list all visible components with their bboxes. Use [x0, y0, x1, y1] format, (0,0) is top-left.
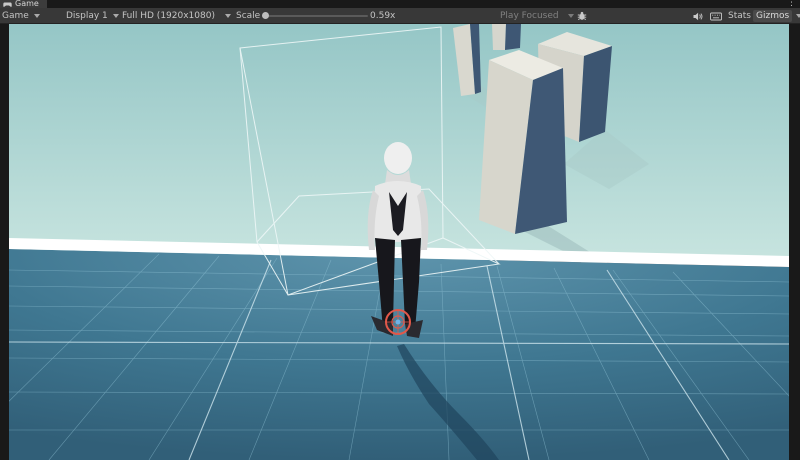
pillar-back-mid — [492, 24, 521, 50]
window-tab-strip: Game ⋮ — [0, 0, 800, 8]
gizmos-label: Gizmos — [753, 10, 793, 22]
scale-slider[interactable] — [262, 12, 368, 19]
game-tab-label: Game — [15, 0, 39, 8]
gizmos-dropdown[interactable]: Gizmos — [753, 8, 800, 24]
chevron-down-icon — [567, 14, 574, 18]
game-view-toolbar: Game Display 1 Full HD (1920x1080) Scale… — [0, 8, 800, 24]
chevron-down-icon — [796, 14, 800, 18]
shortcut-keyboard-icon — [710, 12, 722, 20]
resolution-dropdown[interactable]: Full HD (1920x1080) — [122, 8, 231, 24]
scene-render — [9, 24, 789, 460]
scale-slider-handle[interactable] — [262, 12, 269, 19]
mute-audio-icon — [693, 12, 703, 20]
resolution-label: Full HD (1920x1080) — [122, 11, 215, 21]
mute-audio-button[interactable] — [693, 8, 703, 24]
stats-toggle[interactable]: Stats — [728, 8, 751, 24]
stats-label: Stats — [728, 11, 751, 21]
display-label: Display 1 — [66, 11, 108, 21]
scale-value: 0.59x — [370, 11, 396, 21]
frame-debugger-button[interactable] — [577, 8, 587, 24]
chevron-down-icon — [112, 14, 119, 18]
game-viewport[interactable] — [9, 24, 789, 460]
bug-icon — [577, 11, 587, 20]
play-mode-dropdown[interactable]: Play Focused — [500, 8, 574, 24]
game-controller-icon — [3, 2, 12, 7]
pillar-front — [479, 50, 567, 234]
view-mode-label: Game — [2, 11, 29, 21]
target-marker — [385, 309, 411, 335]
shortcut-button[interactable] — [710, 8, 722, 24]
more-options-icon[interactable]: ⋮ — [787, 0, 796, 8]
chevron-down-icon — [33, 14, 40, 18]
game-tab[interactable]: Game — [0, 0, 47, 8]
view-mode-dropdown[interactable]: Game — [2, 8, 40, 24]
play-mode-label: Play Focused — [500, 11, 559, 21]
chevron-down-icon — [224, 14, 231, 18]
ground-plane — [9, 249, 789, 460]
scale-label: Scale — [236, 11, 261, 21]
display-dropdown[interactable]: Display 1 — [66, 8, 119, 24]
